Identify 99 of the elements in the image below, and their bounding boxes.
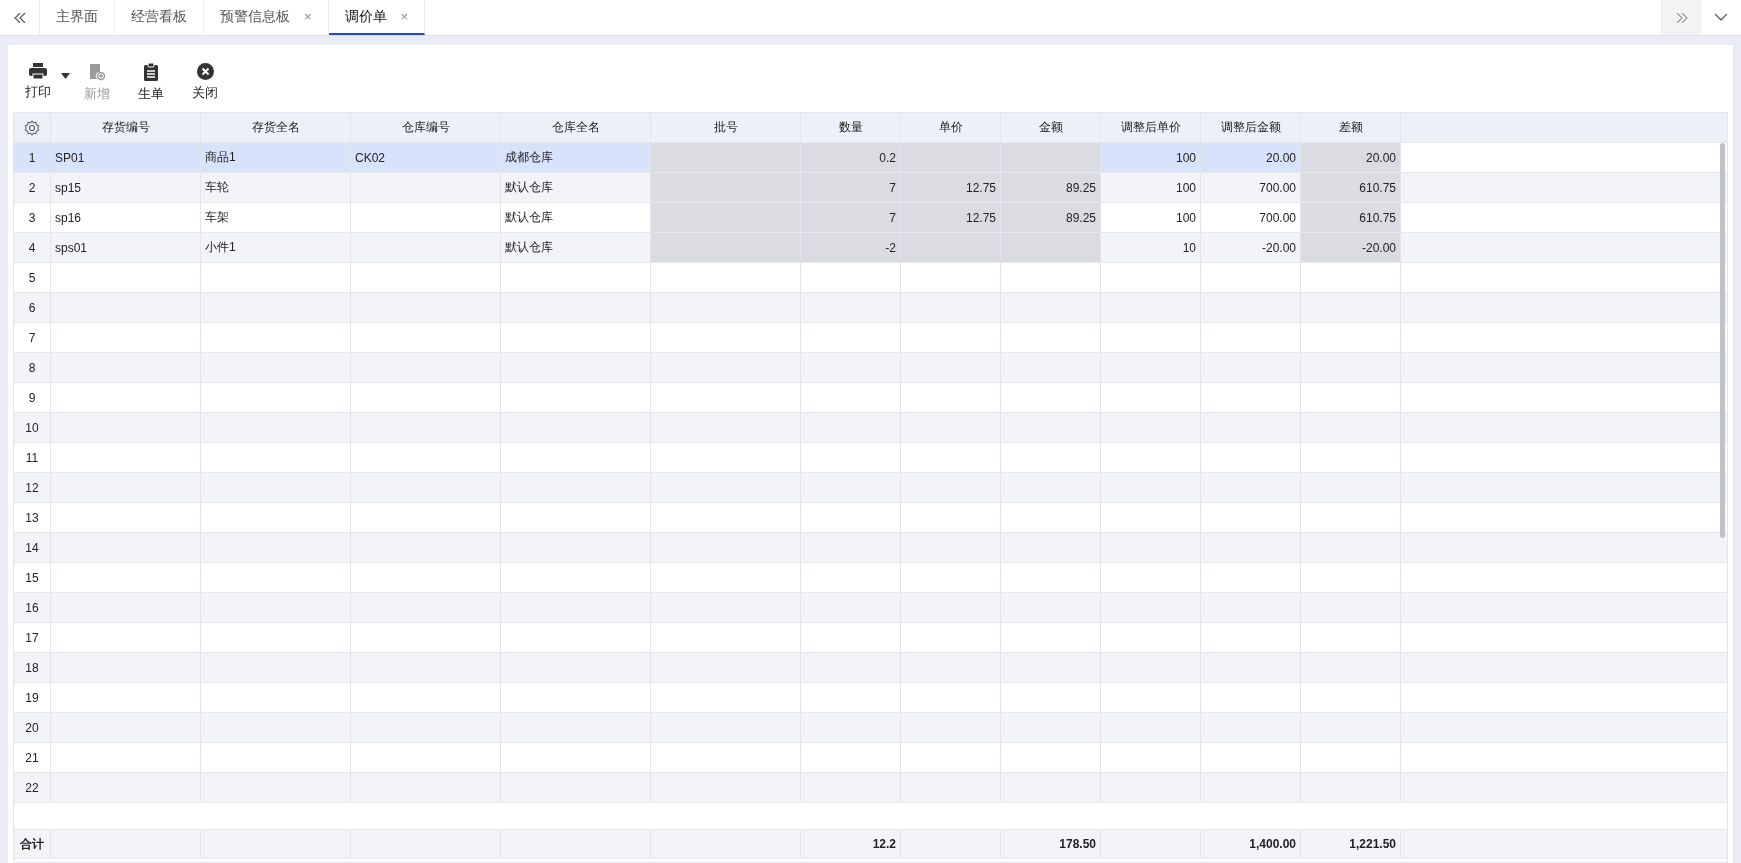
- row-number: 18: [14, 653, 51, 682]
- column-header[interactable]: 仓库全名: [501, 113, 651, 142]
- clipboard-icon: [144, 63, 158, 81]
- table-cell: 0.2: [801, 143, 901, 172]
- tab-close-button[interactable]: ×: [400, 9, 409, 24]
- total-cell: 178.50: [1001, 830, 1101, 858]
- row-number: 10: [14, 413, 51, 442]
- row-number: 9: [14, 383, 51, 412]
- generate-button[interactable]: 生单: [136, 63, 166, 103]
- row-number: 5: [14, 263, 51, 292]
- table-cell: 89.25: [1001, 173, 1101, 202]
- row-number: 22: [14, 773, 51, 802]
- table-row[interactable]: 16: [14, 593, 1727, 623]
- column-header[interactable]: 批号: [651, 113, 801, 142]
- table-cell: 车轮: [201, 173, 351, 202]
- table-row[interactable]: 12: [14, 473, 1727, 503]
- table-row[interactable]: 18: [14, 653, 1727, 683]
- column-header[interactable]: 数量: [801, 113, 901, 142]
- row-number: 19: [14, 683, 51, 712]
- table-cell: 100: [1101, 203, 1201, 232]
- table-row[interactable]: 1 SP01 商品1 CK02 成都仓库 0.2 100 20.00 20.00: [14, 143, 1727, 173]
- table-row[interactable]: 20: [14, 713, 1727, 743]
- column-header[interactable]: 差额: [1301, 113, 1401, 142]
- table-cell: -20.00: [1301, 233, 1401, 262]
- row-number: 6: [14, 293, 51, 322]
- row-number: 8: [14, 353, 51, 382]
- table-row[interactable]: 14: [14, 533, 1727, 563]
- table-cell: 7: [801, 203, 901, 232]
- tab[interactable]: 调价单 ×: [328, 0, 426, 35]
- table-cell: CK02: [351, 143, 501, 172]
- tab-label: 预警信息板: [220, 7, 290, 26]
- row-number: 13: [14, 503, 51, 532]
- print-button[interactable]: 打印: [23, 63, 53, 101]
- table-cell: 10: [1101, 233, 1201, 262]
- table-cell: sps01: [51, 233, 201, 262]
- table-row[interactable]: 22: [14, 773, 1727, 803]
- total-label: 合计: [14, 830, 51, 858]
- row-number: 7: [14, 323, 51, 352]
- row-number: 20: [14, 713, 51, 742]
- column-header[interactable]: 存货编号: [51, 113, 201, 142]
- table-row[interactable]: 2 sp15 车轮 默认仓库 7 12.75 89.25 100 700.00 610.75: [14, 173, 1727, 203]
- document-plus-icon: [89, 63, 105, 81]
- row-number: 12: [14, 473, 51, 502]
- row-number: 17: [14, 623, 51, 652]
- settings-icon[interactable]: [24, 119, 40, 136]
- table-cell: 商品1: [201, 143, 351, 172]
- row-number: 1: [14, 143, 51, 172]
- table-cell: 20.00: [1301, 143, 1401, 172]
- table-cell: 12.75: [901, 203, 1001, 232]
- table-row[interactable]: 4 sps01 小件1 默认仓库 -2 10 -20.00 -20.00: [14, 233, 1727, 263]
- table-cell: 20.00: [1201, 143, 1301, 172]
- column-header[interactable]: 调整后单价: [1101, 113, 1201, 142]
- row-number: 14: [14, 533, 51, 562]
- total-cell: 12.2: [801, 830, 901, 858]
- table-row[interactable]: 8: [14, 353, 1727, 383]
- table-cell: 610.75: [1301, 203, 1401, 232]
- tab-label: 经营看板: [131, 7, 187, 26]
- row-number: 3: [14, 203, 51, 232]
- column-header[interactable]: 存货全名: [201, 113, 351, 142]
- row-number: 16: [14, 593, 51, 622]
- double-chevron-left-icon: [13, 12, 26, 23]
- table-cell: 7: [801, 173, 901, 202]
- table-cell: sp16: [51, 203, 201, 232]
- column-header[interactable]: 仓库编号: [351, 113, 501, 142]
- column-header[interactable]: 金额: [1001, 113, 1101, 142]
- column-header[interactable]: 单价: [901, 113, 1001, 142]
- table-cell: 100: [1101, 173, 1201, 202]
- total-cell: 1,400.00: [1201, 830, 1301, 858]
- close-icon: [196, 63, 214, 80]
- table-cell: 610.75: [1301, 173, 1401, 202]
- table-row[interactable]: 10: [14, 413, 1727, 443]
- column-header[interactable]: 调整后金额: [1201, 113, 1301, 142]
- row-number: 4: [14, 233, 51, 262]
- tab-label: 调价单: [344, 7, 387, 26]
- table-cell: 100: [1101, 143, 1201, 172]
- row-number: 21: [14, 743, 51, 772]
- row-number: 2: [14, 173, 51, 202]
- chevron-down-icon: [1715, 14, 1727, 21]
- row-number: 15: [14, 563, 51, 592]
- double-chevron-right-icon: [1675, 12, 1688, 23]
- total-cell: 1,221.50: [1301, 830, 1401, 858]
- close-button[interactable]: 关闭: [190, 63, 220, 102]
- row-number: 11: [14, 443, 51, 472]
- table-cell: 89.25: [1001, 203, 1101, 232]
- table-row[interactable]: 3 sp16 车架 默认仓库 7 12.75 89.25 100 700.00 610.75: [14, 203, 1727, 233]
- table-cell: sp15: [51, 173, 201, 202]
- table-cell: 车架: [201, 203, 351, 232]
- scroll-right-button[interactable]: [1661, 0, 1701, 35]
- table-row[interactable]: 6: [14, 293, 1727, 323]
- table-cell: 12.75: [901, 173, 1001, 202]
- table-cell: 成都仓库: [501, 143, 651, 172]
- tab-close-button[interactable]: ×: [304, 9, 312, 24]
- table-cell: 小件1: [201, 233, 351, 262]
- tab-label: 主界面: [56, 7, 98, 26]
- table-cell: SP01: [51, 143, 201, 172]
- caret-icon[interactable]: [61, 73, 70, 79]
- scrollbar[interactable]: [1720, 143, 1725, 538]
- table-cell: -2: [801, 233, 901, 262]
- printer-icon: [29, 63, 47, 79]
